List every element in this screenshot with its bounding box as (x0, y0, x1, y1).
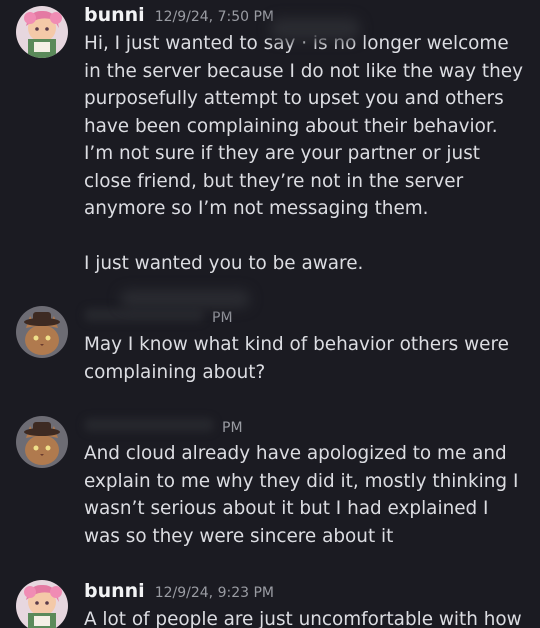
avatar-other-user[interactable] (16, 306, 68, 358)
message-content: Hi, I just wanted to say · is no longer … (84, 30, 530, 278)
avatar-bunni[interactable] (16, 580, 68, 628)
message-paragraph: I just wanted you to be aware. (84, 253, 364, 274)
anime-girl-avatar-icon (16, 6, 68, 58)
cat-with-hat-avatar-icon (16, 306, 68, 358)
username[interactable]: bunni (84, 580, 145, 602)
cat-with-hat-avatar-icon (16, 416, 68, 468)
redaction-smudge (120, 290, 250, 308)
timestamp: 12/9/24, 7:50 PM (154, 9, 274, 25)
message-paragraph: Hi, I just wanted to say · is no longer … (84, 33, 523, 219)
redacted-username (84, 308, 204, 322)
message-paragraph: And cloud already have apologized to me … (84, 443, 519, 547)
message-3: PM And cloud already have apologized to … (0, 410, 540, 560)
timestamp: PM (212, 310, 233, 326)
message-1: bunni 12/9/24, 7:50 PM Hi, I just wanted… (0, 0, 540, 290)
redacted-username (84, 418, 214, 432)
avatar-bunni[interactable] (16, 6, 68, 58)
message-content: A lot of people are just uncomfortable w… (84, 606, 530, 628)
message-paragraph: A lot of people are just uncomfortable w… (84, 609, 522, 628)
username[interactable]: bunni (84, 4, 145, 26)
timestamp: 12/9/24, 9:23 PM (154, 585, 274, 601)
message-content: And cloud already have apologized to me … (84, 440, 530, 550)
anime-girl-avatar-icon (16, 580, 68, 628)
timestamp: PM (222, 420, 243, 436)
message-2: PM May I know what kind of behavior othe… (0, 300, 540, 400)
redaction-smudge (270, 18, 360, 40)
message-4: bunni 12/9/24, 9:23 PM A lot of people a… (0, 574, 540, 628)
avatar-other-user[interactable] (16, 416, 68, 468)
message-header: bunni 12/9/24, 7:50 PM (84, 4, 274, 30)
message-paragraph: May I know what kind of behavior others … (84, 334, 509, 383)
chat-log: bunni 12/9/24, 7:50 PM Hi, I just wanted… (0, 0, 540, 628)
message-content: May I know what kind of behavior others … (84, 331, 530, 386)
message-header: bunni 12/9/24, 9:23 PM (84, 580, 274, 606)
